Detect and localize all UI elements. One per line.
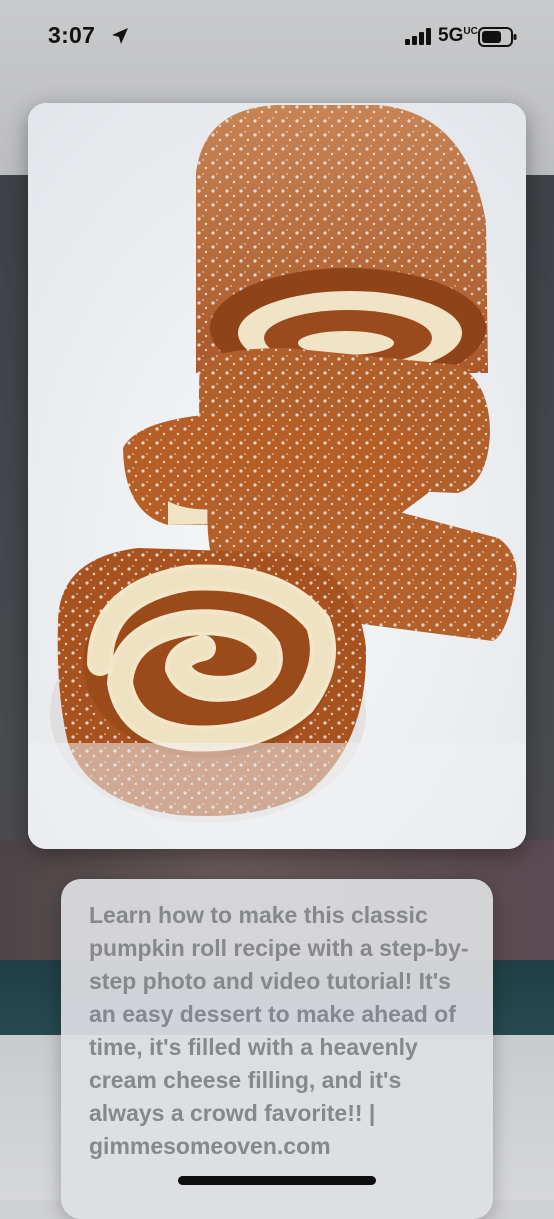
pin-image[interactable] <box>28 103 526 849</box>
location-arrow-icon <box>112 28 128 44</box>
home-indicator[interactable] <box>178 1176 376 1185</box>
pin-description-card: Learn how to make this classic pumpkin r… <box>61 879 493 1219</box>
network-suffix: UC <box>463 26 478 37</box>
status-bar: 3:07 5GUC <box>0 0 554 74</box>
network-label: 5GUC <box>438 25 478 47</box>
status-time: 3:07 <box>48 22 96 48</box>
network-type: 5G <box>438 25 464 46</box>
pin-description: Learn how to make this classic pumpkin r… <box>89 902 469 1159</box>
battery-icon <box>478 27 517 47</box>
cellular-signal-icon <box>405 28 431 45</box>
pumpkin-roll-image <box>28 103 526 849</box>
